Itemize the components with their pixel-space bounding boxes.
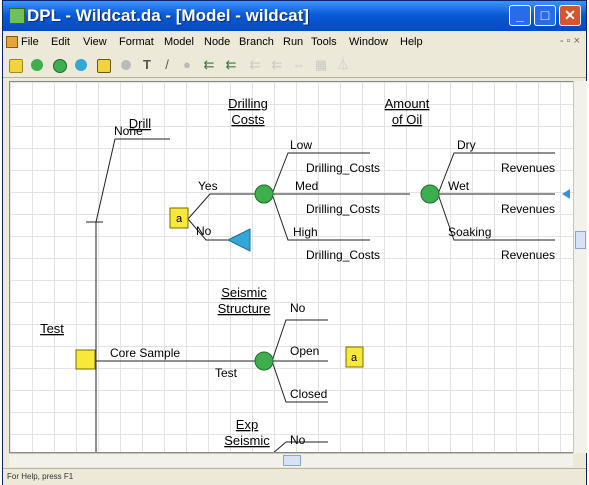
status-text: For Help, press F1 (7, 472, 74, 481)
menu-bar: File Edit View Format Model Node Branch … (3, 32, 586, 52)
menu-help[interactable]: Help (400, 36, 423, 48)
value-drilling-costs-med: Drilling_Costs (306, 202, 380, 216)
app-icon (9, 8, 25, 24)
terminal-node[interactable] (226, 228, 251, 252)
drilling-costs-chance-node[interactable] (254, 184, 274, 204)
horizontal-scroll-thumb[interactable] (283, 455, 301, 466)
decision-node-label: a (176, 213, 183, 225)
menu-file[interactable]: File (21, 36, 39, 48)
branch-core-sample: Core Sample (110, 346, 180, 360)
header-seismic: Seismic (221, 285, 267, 300)
table-icon[interactable] (97, 59, 111, 73)
gray-node-icon[interactable] (121, 60, 131, 70)
menu-tools[interactable]: Tools (311, 36, 337, 48)
header-amount: Amount (385, 96, 430, 111)
branch-wet: Wet (448, 179, 470, 193)
title-bar[interactable]: DPL - Wildcat.da - [Model - wildcat] _ □… (3, 1, 586, 31)
menu-format[interactable]: Format (119, 36, 154, 48)
header-drilling: Drilling (228, 96, 268, 111)
minimize-button[interactable]: _ (509, 5, 531, 26)
mdi-controls[interactable]: - ▫ × (560, 35, 580, 47)
amount-of-oil-chance-node[interactable] (420, 184, 440, 204)
arrow-alt-icon[interactable]: ⇇ (223, 57, 239, 73)
header-structure: Structure (218, 301, 271, 316)
vertical-scroll-thumb[interactable] (575, 231, 586, 249)
disabled-icon: ⏃ (336, 57, 350, 72)
header-exp: Exp (236, 417, 258, 432)
menu-view[interactable]: View (83, 36, 107, 48)
value-revenues-wet: Revenues (501, 202, 555, 216)
status-bar: For Help, press F1 (3, 468, 586, 485)
branch-med: Med (295, 179, 318, 193)
menu-window[interactable]: Window (349, 36, 388, 48)
chance-node-alt-icon[interactable] (53, 59, 67, 73)
app-window: DPL - Wildcat.da - [Model - wildcat] _ □… (2, 0, 587, 485)
branch-dry: Dry (457, 138, 476, 152)
header-test: Test (40, 321, 64, 336)
header-exp-seismic: Seismic (224, 433, 270, 448)
vertical-scrollbar[interactable] (573, 81, 587, 453)
model-canvas[interactable]: a a Drill Drilling Costs Amount of Oil T… (9, 81, 574, 453)
pen-tool-icon[interactable]: / (159, 57, 175, 73)
arrow-icon[interactable]: ⇇ (201, 57, 217, 73)
branch-open: Open (290, 344, 319, 358)
branch-low: Low (290, 138, 312, 152)
maximize-button[interactable]: □ (534, 5, 556, 26)
gray-tool-icon[interactable]: ● (179, 57, 195, 73)
close-button[interactable]: ✕ (559, 5, 581, 26)
branch-high: High (293, 225, 318, 239)
branch-seismic-no: No (290, 301, 306, 315)
menu-edit[interactable]: Edit (51, 36, 70, 48)
branch-yes: Yes (198, 179, 218, 193)
branch-soaking: Soaking (448, 225, 491, 239)
test-decision-node[interactable] (75, 349, 96, 370)
value-revenues-soaking: Revenues (501, 248, 555, 262)
menu-model[interactable]: Model (164, 36, 194, 48)
horizontal-scrollbar[interactable] (9, 453, 573, 467)
decision-tree[interactable]: a a Drill Drilling Costs Amount of Oil T… (10, 82, 574, 453)
branch-closed: Closed (290, 387, 327, 401)
decision-node-icon[interactable] (9, 59, 23, 73)
menu-run[interactable]: Run (283, 36, 303, 48)
value-node-icon[interactable] (75, 59, 87, 71)
decision-node-label: a (351, 352, 358, 364)
value-revenues-dry: Revenues (501, 161, 555, 175)
menu-node[interactable]: Node (204, 36, 230, 48)
text-tool-icon[interactable]: T (139, 57, 155, 73)
branch-no: No (196, 224, 212, 238)
value-drilling-costs-high: Drilling_Costs (306, 248, 380, 262)
branch-test: Test (215, 366, 238, 380)
disabled-icon: ▦ (314, 57, 328, 72)
document-icon[interactable] (6, 36, 18, 48)
branch-none: None (114, 124, 143, 138)
menu-branch[interactable]: Branch (239, 36, 274, 48)
branch-exp-no: No (290, 433, 306, 447)
header-of-oil: of Oil (392, 112, 422, 127)
value-drilling-costs-low: Drilling_Costs (306, 161, 380, 175)
disabled-icon: ⇔ (292, 57, 306, 72)
disabled-icon: ⇇ (249, 57, 261, 72)
window-title: DPL - Wildcat.da - [Model - wildcat] (27, 6, 309, 25)
disabled-icon: ⇇ (271, 57, 283, 72)
toolbar: T / ● ⇇ ⇇ ⇇ ⇇ ⇔ ▦ ⏃ (3, 53, 586, 78)
chance-node-icon[interactable] (31, 59, 43, 71)
seismic-structure-chance-node[interactable] (254, 351, 274, 371)
header-costs: Costs (231, 112, 265, 127)
scroll-arrow-icon (562, 189, 570, 199)
